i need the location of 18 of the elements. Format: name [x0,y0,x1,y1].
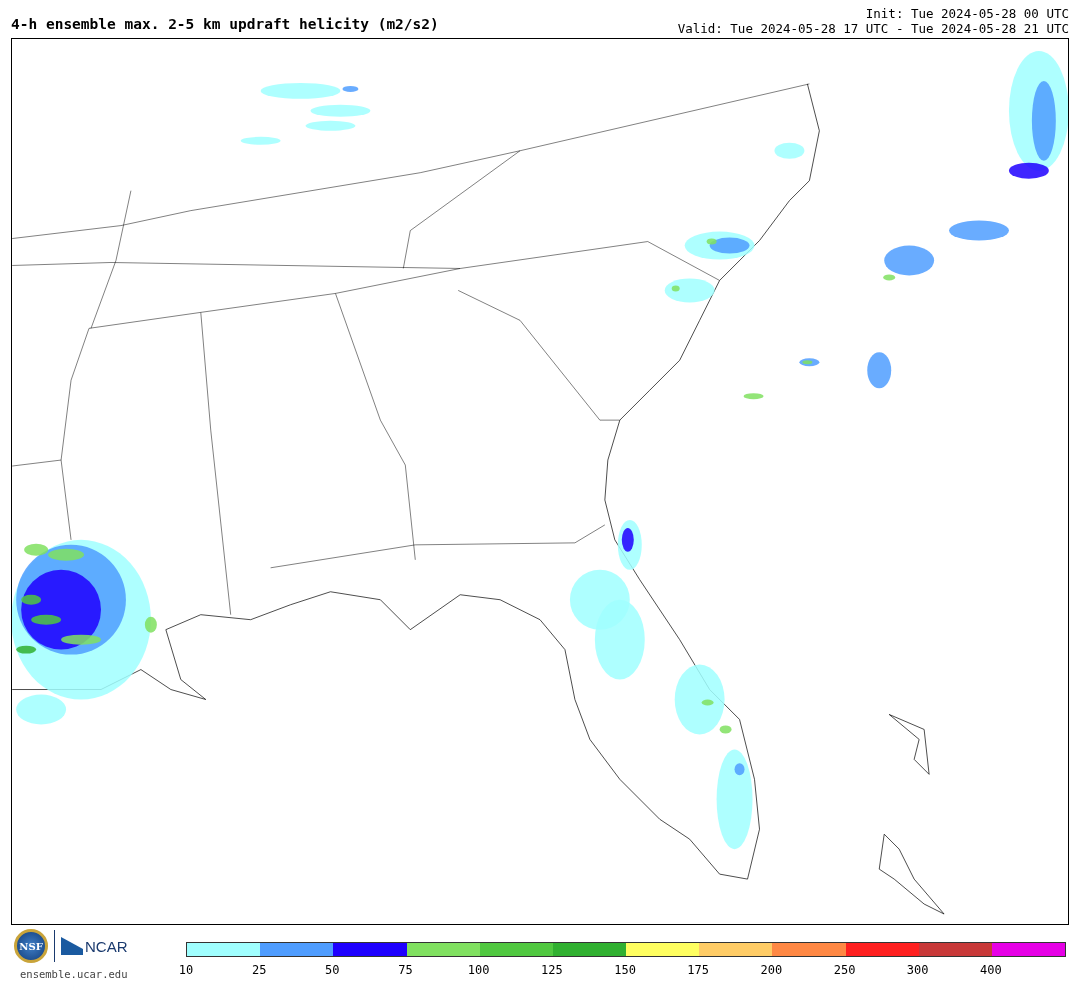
scale-label: 25 [250,963,268,977]
scale-label: 175 [686,963,711,977]
scale-label: 100 [466,963,491,977]
ncar-logo: NCAR [61,937,128,955]
valid-time: Valid: Tue 2024-05-28 17 UTC - Tue 2024-05-28 21 UTC [677,21,1069,36]
scale-label: 250 [832,963,857,977]
scale-label: 125 [540,963,564,977]
map-title: 4-h ensemble max. 2-5 km updraft helicity (m2/s2) [11,16,439,34]
seal-logo: NSF [14,929,48,963]
scale-label: 50 [324,963,341,977]
scale-label: 400 [979,963,1003,977]
scale-label: 150 [613,963,637,977]
init-time: Init: Tue 2024-05-28 00 UTC [865,7,1069,22]
scale-label: 75 [397,963,414,977]
scale-label: 200 [759,963,784,977]
scale-label: 300 [905,963,930,977]
scale-label: 10 [177,963,195,977]
site-url: ensemble.ucar.edu [19,968,128,980]
